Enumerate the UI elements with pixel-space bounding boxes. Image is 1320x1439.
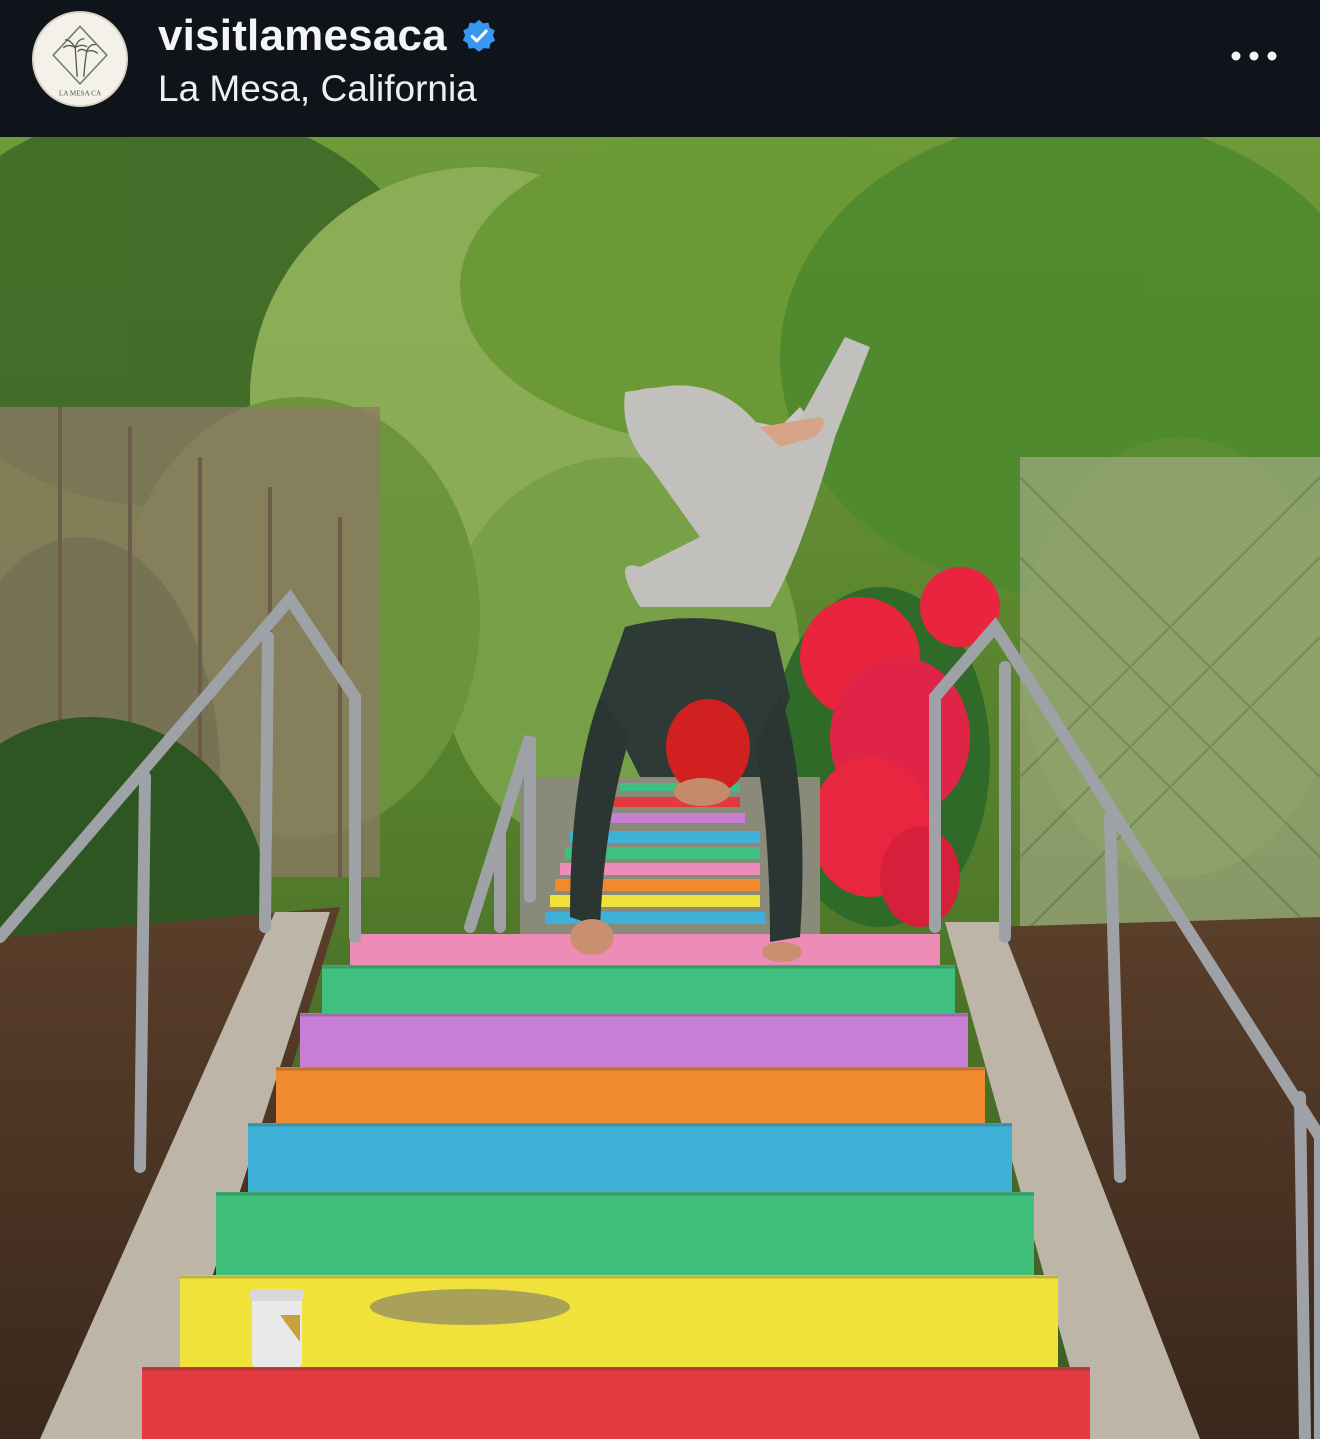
step-purple [300, 1013, 968, 1069]
step-pink [350, 934, 940, 967]
post-header: LA MESA CA visitlamesaca La Mesa, Califo… [0, 0, 1320, 137]
post-location[interactable]: La Mesa, California [158, 68, 477, 110]
more-options-icon[interactable] [1222, 36, 1286, 76]
step-blue [248, 1123, 1012, 1194]
step-yellow [180, 1275, 1058, 1369]
avatar-text: LA MESA CA [59, 89, 102, 97]
step-red [142, 1367, 1090, 1439]
account-avatar[interactable]: LA MESA CA [32, 11, 128, 107]
account-username[interactable]: visitlamesaca [158, 11, 447, 61]
instagram-post: LA MESA CA visitlamesaca La Mesa, Califo… [0, 0, 1320, 1439]
step-green [216, 1192, 1034, 1277]
verified-badge-icon [461, 18, 497, 54]
step-green-top [322, 965, 955, 1015]
avatar-logo: LA MESA CA [37, 16, 123, 102]
step-orange [276, 1067, 985, 1125]
username-row: visitlamesaca [158, 8, 497, 64]
photo-scene [0, 137, 1320, 1439]
coffee-cup [250, 1289, 304, 1367]
post-photo[interactable] [0, 137, 1320, 1439]
chain-link-fence [1019, 457, 1320, 957]
